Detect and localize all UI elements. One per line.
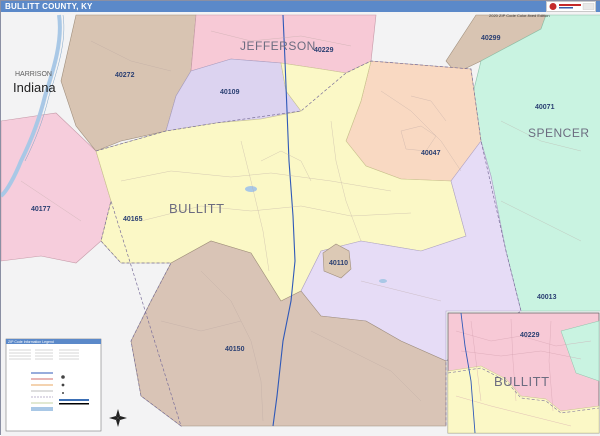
zip-label: 40229 xyxy=(314,47,334,54)
region-label-bullitt: BULLITT xyxy=(169,201,225,216)
region-label-harrison: HARRISON xyxy=(15,71,52,78)
county-map[interactable]: HARRISON Indiana JEFFERSON SPENCER BULLI… xyxy=(1,1,600,436)
inset-county-label: BULLITT xyxy=(494,374,550,389)
map-title: BULLITT COUNTY, KY xyxy=(5,2,93,11)
legend-box: ZIP Code Information Legend xyxy=(5,338,102,432)
legend-title: ZIP Code Information Legend xyxy=(8,340,54,344)
zip-label: 40299 xyxy=(481,35,501,42)
map-frame: HARRISON Indiana JEFFERSON SPENCER BULLI… xyxy=(0,0,600,436)
zip-label: 40177 xyxy=(31,206,51,213)
inset-zip-label: 40229 xyxy=(520,332,540,339)
title-bar: BULLITT COUNTY, KY xyxy=(1,1,600,12)
zip-label: 40013 xyxy=(537,294,557,301)
zip-label: 40110 xyxy=(329,260,348,267)
edition-note: 2020 ZIP Code Color-fixed Edition xyxy=(489,13,550,18)
inset-map[interactable]: 40229 BULLITT xyxy=(447,312,600,434)
zip-label: 40047 xyxy=(421,150,441,157)
region-label-jefferson: JEFFERSON xyxy=(240,39,316,53)
lake xyxy=(379,279,387,283)
lake xyxy=(245,186,257,192)
zip-label: 40109 xyxy=(220,89,240,96)
zip-label: 40150 xyxy=(225,346,245,353)
zip-label: 40071 xyxy=(535,104,555,111)
publisher-logo xyxy=(546,1,596,12)
region-label-indiana: Indiana xyxy=(13,80,56,95)
zip-label: 40272 xyxy=(115,72,135,79)
zip-label: 40165 xyxy=(123,216,143,223)
logo-globe-icon xyxy=(549,3,557,10)
region-label-spencer: SPENCER xyxy=(528,126,590,140)
